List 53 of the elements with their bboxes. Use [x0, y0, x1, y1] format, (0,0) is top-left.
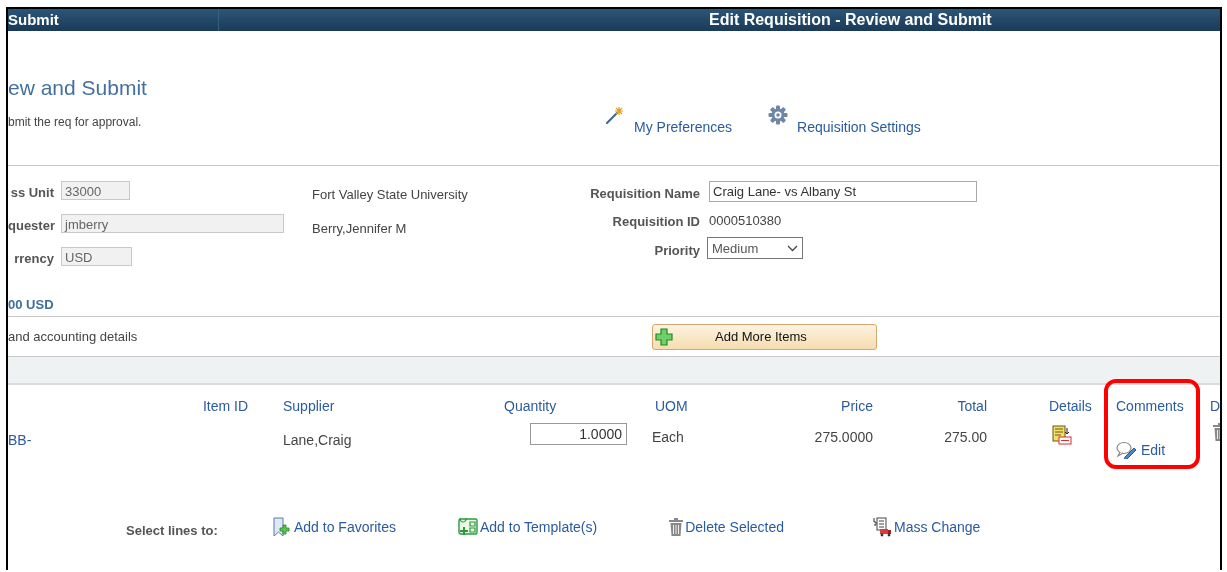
- comments-edit-link[interactable]: Edit: [1103, 428, 1204, 471]
- field-label: ss Unit: [9, 185, 54, 200]
- column-header[interactable]: Total: [879, 398, 994, 431]
- settings-link[interactable]: Requisition Settings: [768, 105, 921, 165]
- preferences-link[interactable]: My Preferences: [605, 105, 733, 165]
- column-header[interactable]: Details: [994, 398, 1103, 431]
- field-label: quester: [8, 218, 54, 233]
- column-header[interactable]: Supplier: [274, 398, 504, 431]
- bookmark-plus-icon: [272, 517, 292, 537]
- total-value: 275.00: [943, 429, 988, 447]
- quantity-field[interactable]: 1.0000: [530, 423, 627, 445]
- total-amount: 00 USD: [8, 297, 55, 314]
- column-header[interactable]: Price: [769, 398, 879, 431]
- unit-of-measure: Each: [651, 429, 685, 447]
- field-description: Fort Valley State University: [312, 187, 469, 202]
- field-label: Requisition ID: [611, 213, 700, 229]
- name-field[interactable]: Craig Lane- vs Albany St: [709, 181, 977, 202]
- line-action-link[interactable]: Mass Change: [872, 517, 981, 537]
- magic-wand-icon: [605, 105, 625, 125]
- line-action-link[interactable]: Delete Selected: [669, 518, 785, 536]
- supplier-name: Lane,Craig: [282, 431, 353, 450]
- template-plus-icon: [457, 518, 478, 536]
- requisition-id: 0000510380: [709, 212, 783, 228]
- input-field[interactable]: jmberry: [61, 214, 284, 233]
- column-header[interactable]: UOM: [634, 398, 769, 431]
- priority-dropdown[interactable]: Medium: [707, 237, 803, 259]
- comment-pencil-icon: [1116, 440, 1138, 459]
- input-field[interactable]: 33000: [61, 181, 130, 200]
- add-more-items-button[interactable]: Add More Items: [652, 323, 877, 350]
- plus-icon: [655, 327, 673, 346]
- input-field[interactable]: USD: [61, 247, 132, 266]
- header-title: Submit: [8, 9, 219, 31]
- field-description: Berry,Jennifer M: [312, 221, 408, 236]
- column-header[interactable]: Comments: [1103, 398, 1204, 431]
- page-title: ew and Submit: [8, 75, 148, 101]
- select-lines-label: Select lines to:: [126, 522, 219, 538]
- trash-icon: [669, 518, 684, 536]
- details-note: and accounting details: [8, 329, 139, 344]
- field-label: Requisition Name: [589, 185, 700, 201]
- gear-icon: [768, 105, 789, 125]
- chevron-icon: [787, 244, 798, 252]
- document-icon[interactable]: [1052, 425, 1072, 445]
- price-value: 275.0000: [813, 429, 874, 447]
- field-label: Priority: [653, 241, 700, 258]
- instructions-text: bmit the req for approval.: [8, 115, 143, 131]
- line-action-link[interactable]: Add to Template(s): [457, 518, 598, 536]
- document-truck-icon: [872, 517, 893, 537]
- line-action-link[interactable]: Add to Favorites: [272, 517, 396, 537]
- line-link[interactable]: BB-: [8, 431, 104, 471]
- column-header[interactable]: Item ID: [104, 398, 274, 431]
- column-header[interactable]: D: [1204, 398, 1220, 431]
- field-label: rrency: [13, 251, 54, 266]
- page-header-title: Edit Requisition - Review and Submit: [709, 10, 992, 30]
